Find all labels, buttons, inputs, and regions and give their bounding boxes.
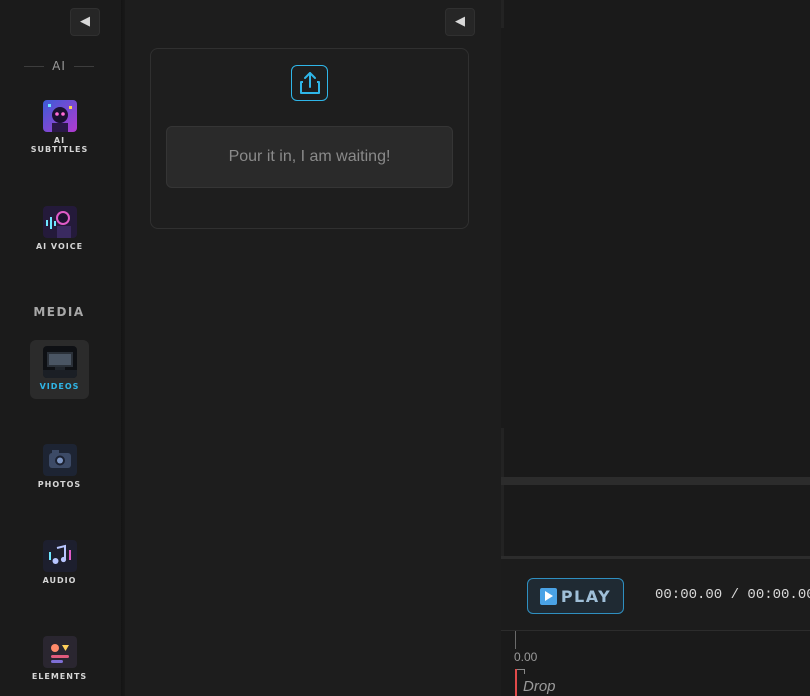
ai-section-label: AI xyxy=(52,59,66,73)
sidebar-item-label: ELEMENTS xyxy=(31,672,88,681)
timeline[interactable]: 0.00 Drop xyxy=(501,631,810,696)
elements-thumbnail-icon xyxy=(42,636,77,668)
ai-section-title: AI xyxy=(24,58,94,74)
tool-sidebar: ◀ AI AI SUBTITLES AI VOICE MEDIA VIDEOS … xyxy=(0,0,121,696)
videos-thumbnail-icon xyxy=(42,346,77,378)
timeline-tick xyxy=(515,631,516,649)
preview-resize-handle[interactable] xyxy=(501,477,810,485)
sidebar-item-elements[interactable]: ELEMENTS xyxy=(30,636,89,682)
playhead-handle[interactable] xyxy=(517,669,525,674)
player-controls: PLAY 00:00.00 / 00:00.00 xyxy=(501,559,810,631)
sidebar-item-label: PHOTOS xyxy=(37,480,82,489)
ai-voice-thumbnail-icon xyxy=(42,206,77,238)
editor-app: ◀ AI AI SUBTITLES AI VOICE MEDIA VIDEOS … xyxy=(0,0,810,696)
upload-icon[interactable] xyxy=(291,65,328,101)
drop-placeholder[interactable]: Pour it in, I am waiting! xyxy=(166,126,453,188)
sidebar-collapse-button[interactable]: ◀ xyxy=(70,8,100,36)
divider xyxy=(24,65,45,67)
sidebar-item-photos[interactable]: PHOTOS xyxy=(30,444,89,490)
divider xyxy=(73,65,94,67)
audio-thumbnail-icon xyxy=(42,540,77,572)
sidebar-item-ai-voice[interactable]: AI VOICE xyxy=(30,206,89,256)
ai-subtitles-thumbnail-icon xyxy=(42,100,77,132)
upload-dropzone[interactable]: Pour it in, I am waiting! xyxy=(150,48,469,229)
sidebar-item-ai-subtitles[interactable]: AI SUBTITLES xyxy=(30,100,89,158)
timecode: 00:00.00 / 00:00.00 xyxy=(655,587,810,603)
play-label: PLAY xyxy=(560,586,612,606)
sidebar-item-label: AI VOICE xyxy=(35,242,84,251)
sidebar-item-label: VIDEOS xyxy=(39,382,80,391)
media-panel: ◀ Pour it in, I am waiting! xyxy=(125,0,501,696)
play-icon xyxy=(539,587,557,605)
video-preview xyxy=(504,0,810,478)
sidebar-item-label: AUDIO xyxy=(42,576,77,585)
timeline-drop-label: Drop xyxy=(523,678,556,695)
sidebar-item-videos[interactable]: VIDEOS xyxy=(30,340,89,399)
media-section-title: MEDIA xyxy=(33,305,85,319)
timeline-tick-label: 0.00 xyxy=(514,650,538,664)
sidebar-item-label: AI SUBTITLES xyxy=(30,136,89,154)
play-button[interactable]: PLAY xyxy=(527,578,624,614)
photos-thumbnail-icon xyxy=(42,444,77,476)
sidebar-item-audio[interactable]: AUDIO xyxy=(30,540,89,586)
panel-collapse-button[interactable]: ◀ xyxy=(445,8,475,36)
